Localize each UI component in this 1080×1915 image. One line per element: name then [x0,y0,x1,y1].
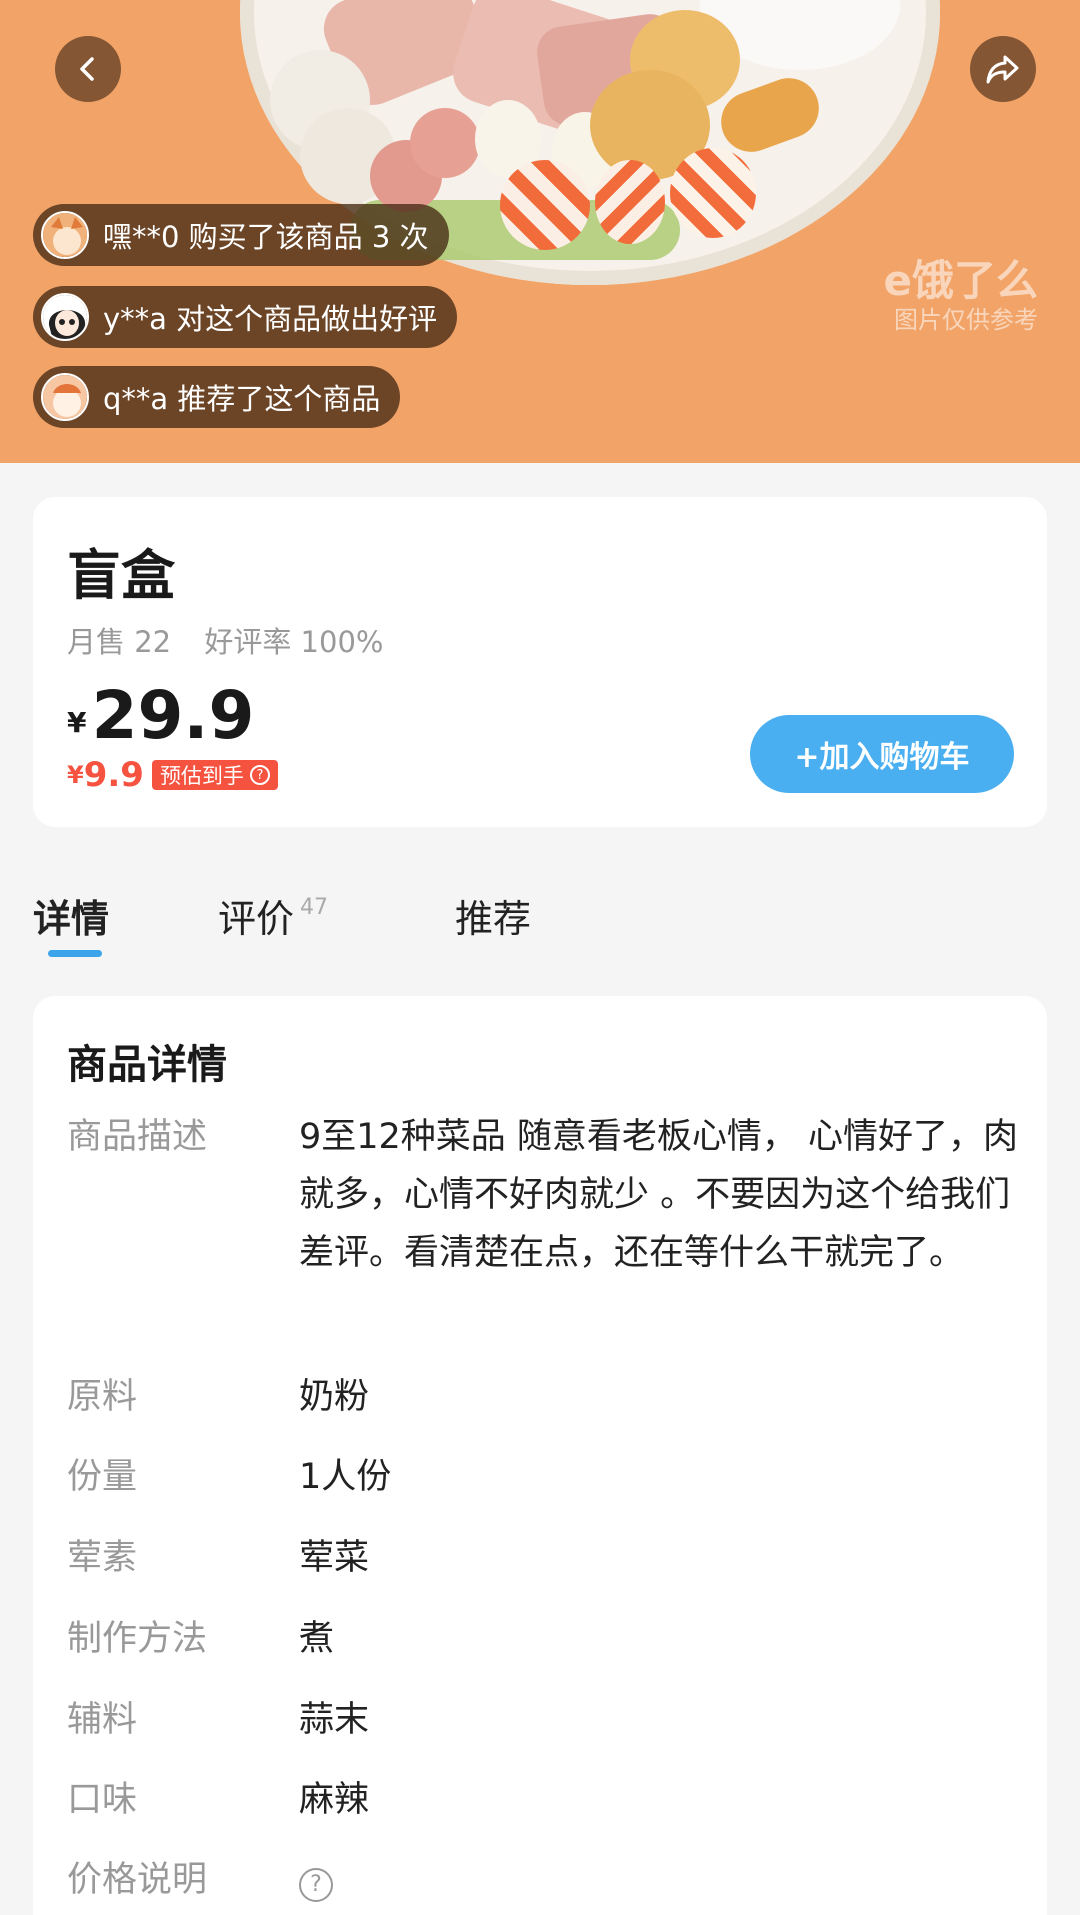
activity-text: 嘿**0 购买了该商品 3 次 [103,220,429,254]
reviews-count: 47 [300,895,329,920]
detail-label: 口味 [67,1780,138,1820]
details-title: 商品详情 [67,1042,227,1088]
detail-label: 份量 [67,1457,138,1497]
food-ball [410,108,480,178]
product-name: 盲盒 [67,544,175,607]
question-icon: ? [249,765,270,785]
watermark-logo: e饿了么 [883,256,1039,305]
estimated-price: ¥ 9.9 预估到手 ? [67,755,278,795]
avatar [41,373,89,421]
rating: 好评率 100% [204,625,384,659]
product-stats: 月售 22 好评率 100% [67,619,407,661]
share-button[interactable] [970,36,1036,102]
tab-reviews-label: 评价 [218,897,295,941]
watermark-note: 图片仅供参考 [894,306,1038,334]
product-info-card: 盲盒 月售 22 好评率 100% ¥ 29.9 ¥ 9.9 预估到手 ? +加… [33,497,1047,827]
food-fish-ball [670,148,756,238]
active-tab-indicator [48,950,102,957]
chevron-left-icon [80,57,94,81]
activity-bubble: q**a 推荐了这个商品 [33,366,401,428]
detail-label: 制作方法 [67,1619,208,1659]
avatar [41,293,89,341]
currency-symbol: ¥ [67,706,87,739]
price-value: 29.9 [91,677,255,754]
detail-label: 原料 [67,1377,138,1417]
detail-label: 荤素 [67,1538,138,1578]
detail-value: 麻辣 [299,1780,370,1820]
detail-value: 荤菜 [299,1538,370,1578]
activity-text: q**a 推荐了这个商品 [103,382,381,416]
activity-bubble: y**a 对这个商品做出好评 [33,286,458,348]
monthly-sales: 月售 22 [67,625,172,659]
tab-recommend[interactable]: 推荐 [455,888,531,943]
product-details-card: 商品详情 商品描述 9至12种菜品 随意看老板心情， 心情好了，肉就多，心情不好… [33,996,1047,1915]
product-price: ¥ 29.9 [67,677,254,754]
detail-label: 价格说明 [67,1860,208,1900]
est-price-badge[interactable]: 预估到手 ? [151,760,278,790]
est-price-value: 9.9 [83,755,144,795]
detail-label: 商品描述 [67,1117,208,1157]
detail-value: 1人份 [299,1457,392,1497]
share-icon [986,55,1019,84]
est-currency: ¥ [67,761,84,789]
product-hero-image: e饿了么 图片仅供参考 嘿**0 购买了该商品 3 次 y**a 对这个商品做出… [0,0,1080,463]
detail-value: 奶粉 [299,1377,370,1417]
back-button[interactable] [55,36,121,102]
activity-bubble: 嘿**0 购买了该商品 3 次 [33,204,449,266]
question-icon[interactable]: ? [299,1868,333,1902]
detail-value: 煮 [299,1619,335,1659]
add-to-cart-button[interactable]: +加入购物车 [750,715,1014,793]
detail-value: 蒜末 [299,1700,370,1740]
detail-label: 辅料 [67,1700,138,1740]
tab-details[interactable]: 详情 [33,888,109,943]
tab-reviews[interactable]: 评价 47 [218,888,328,943]
detail-value: 9至12种菜品 随意看老板心情， 心情好了，肉就多，心情不好肉就少 。不要因为这… [299,1117,1019,1273]
food-fish-ball [595,160,665,244]
avatar [41,211,89,259]
activity-text: y**a 对这个商品做出好评 [103,302,438,336]
food-fish-ball [500,160,590,250]
platform-watermark: e饿了么 图片仅供参考 [884,258,1039,336]
est-label: 预估到手 [159,764,244,788]
detail-value: ? [299,1851,1039,1909]
